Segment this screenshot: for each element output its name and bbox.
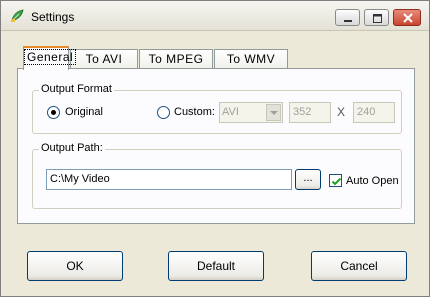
radio-selected-dot <box>51 110 56 115</box>
auto-open-checkbox[interactable] <box>329 174 342 187</box>
output-path-input[interactable]: C:\My Video <box>46 169 292 190</box>
ok-button[interactable]: OK <box>27 251 123 281</box>
output-path-legend: Output Path: <box>39 142 105 154</box>
close-button[interactable] <box>393 9 421 26</box>
width-input[interactable]: 352 <box>289 102 331 123</box>
format-select-value: AVI <box>222 106 239 118</box>
title-bar[interactable]: Settings <box>1 1 429 31</box>
leaf-app-icon <box>10 9 24 23</box>
tab-to-wmv-label: To WMV <box>226 52 276 66</box>
checkmark-icon <box>331 177 342 186</box>
tab-to-mpeg-label: To MPEG <box>148 52 204 66</box>
general-tab-panel: Output Format Original Custom: AVI 352 X… <box>17 68 415 224</box>
browse-button[interactable]: ... <box>295 169 321 190</box>
output-format-group: Output Format Original Custom: AVI 352 X… <box>32 83 402 134</box>
custom-label: Custom: <box>174 106 215 118</box>
original-radio[interactable] <box>47 106 60 119</box>
tab-to-avi[interactable]: To AVI <box>70 49 138 69</box>
tab-general-label: General <box>24 49 77 65</box>
window-title: Settings <box>31 10 75 24</box>
custom-radio[interactable] <box>157 106 170 119</box>
default-button[interactable]: Default <box>168 251 264 281</box>
minimize-button[interactable] <box>335 9 360 26</box>
dimension-separator: X <box>337 105 346 119</box>
tab-to-mpeg[interactable]: To MPEG <box>139 49 213 69</box>
close-icon <box>403 13 413 23</box>
tab-to-wmv[interactable]: To WMV <box>214 49 288 69</box>
original-label: Original <box>65 106 103 118</box>
height-input[interactable]: 240 <box>353 102 395 123</box>
chevron-down-icon <box>270 111 278 115</box>
tab-to-avi-label: To AVI <box>85 52 123 66</box>
output-format-legend: Output Format <box>39 83 114 95</box>
minimize-icon <box>344 20 352 22</box>
format-select[interactable]: AVI <box>219 102 283 123</box>
output-path-group: Output Path: C:\My Video ... Auto Open <box>32 142 402 209</box>
settings-window: Settings General To AVI To MPEG To WMV O… <box>0 0 430 297</box>
dropdown-arrow[interactable] <box>266 104 281 121</box>
maximize-button[interactable] <box>364 9 389 26</box>
tab-general[interactable]: General <box>23 46 77 70</box>
cancel-button[interactable]: Cancel <box>311 251 407 281</box>
auto-open-label: Auto Open <box>346 175 399 187</box>
maximize-icon <box>373 14 382 23</box>
